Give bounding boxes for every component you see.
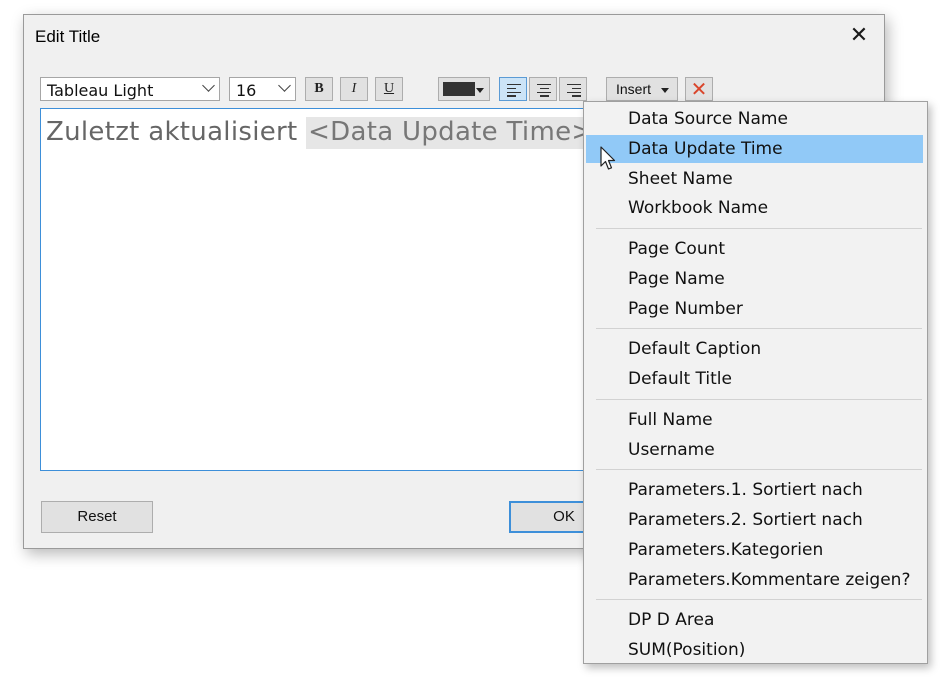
menu-item[interactable]: DP D Area (586, 606, 923, 634)
text-color-button[interactable] (438, 77, 490, 101)
chevron-down-icon (202, 79, 215, 92)
editor-static-text: Zuletzt aktualisiert (46, 117, 307, 147)
menu-item[interactable]: Workbook Name (586, 194, 923, 222)
align-left-button[interactable] (499, 77, 527, 101)
caret-down-icon (476, 88, 484, 93)
color-swatch (443, 82, 475, 96)
font-family-select[interactable]: Tableau Light (40, 77, 220, 101)
bold-button[interactable]: B (305, 77, 333, 101)
reset-button[interactable]: Reset (41, 501, 153, 533)
font-family-value: Tableau Light (47, 81, 154, 100)
menu-item[interactable]: Username (586, 436, 923, 464)
chevron-down-icon (278, 79, 291, 92)
menu-item[interactable]: Page Count (586, 235, 923, 263)
font-size-select[interactable]: 16 (229, 77, 296, 101)
menu-item[interactable]: SUM(Position) (586, 636, 923, 664)
menu-item[interactable]: Parameters.2. Sortiert nach (586, 506, 923, 534)
insert-menu: Data Source Name Data Update Time Sheet Na… (583, 101, 928, 664)
editor-content: Zuletzt aktualisiert <Data Update Time> (46, 117, 596, 149)
menu-separator (596, 398, 922, 400)
menu-item[interactable]: Sheet Name (586, 165, 923, 193)
menu-item[interactable]: Parameters.Kommentare zeigen? (586, 566, 923, 594)
insert-button[interactable]: Insert (606, 77, 678, 101)
menu-separator (596, 599, 922, 601)
insert-label: Insert (616, 81, 652, 97)
menu-separator (596, 328, 922, 330)
menu-item[interactable]: Default Caption (586, 335, 923, 363)
dialog-title: Edit Title (35, 27, 101, 46)
caret-down-icon (661, 88, 669, 93)
align-left-icon (507, 84, 521, 97)
menu-item[interactable]: Parameters.1. Sortiert nach (586, 476, 923, 504)
align-right-icon (567, 84, 581, 97)
close-icon[interactable]: ✕ (848, 25, 870, 47)
menu-separator (596, 228, 922, 229)
menu-item[interactable]: Data Source Name (586, 105, 923, 133)
delete-icon[interactable]: ✕ (685, 77, 713, 101)
italic-button[interactable]: I (340, 77, 368, 101)
align-right-button[interactable] (559, 77, 587, 101)
menu-item[interactable]: Page Number (586, 295, 923, 323)
field-token[interactable]: <Data Update Time> (306, 117, 596, 149)
menu-item[interactable]: Parameters.Kategorien (586, 536, 923, 564)
menu-item[interactable]: Full Name (586, 406, 923, 434)
font-size-value: 16 (236, 81, 257, 100)
menu-separator (596, 469, 922, 471)
underline-button[interactable]: U (375, 77, 403, 101)
align-center-button[interactable] (529, 77, 557, 101)
menu-item[interactable]: Page Name (586, 265, 923, 293)
menu-item[interactable]: Data Update Time (586, 134, 923, 163)
align-center-icon (537, 84, 551, 97)
menu-item[interactable]: Default Title (586, 365, 923, 393)
dialog-titlebar: Edit Title ✕ (24, 15, 884, 61)
